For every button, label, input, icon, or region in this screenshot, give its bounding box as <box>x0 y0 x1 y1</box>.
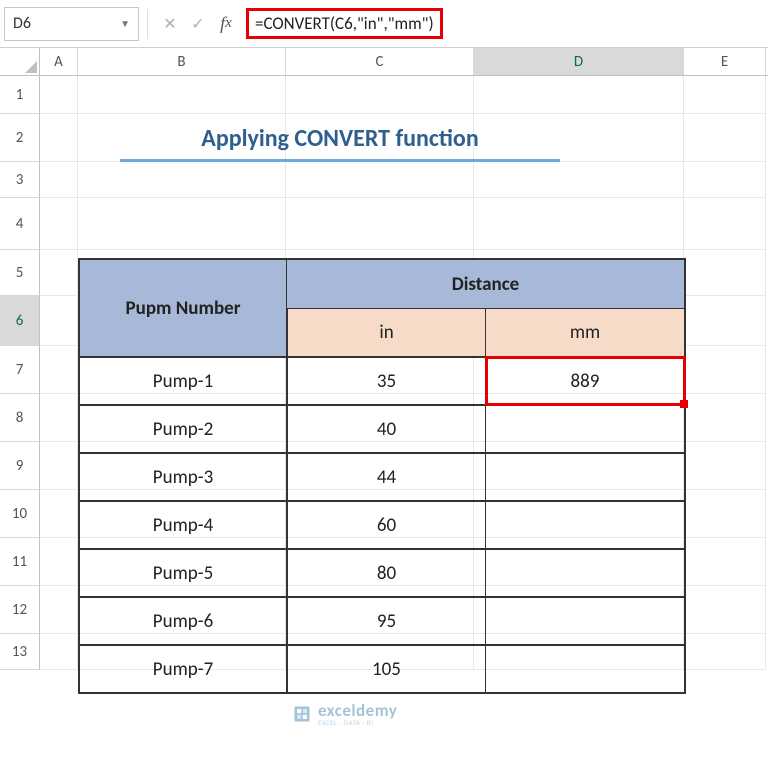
row-header[interactable]: 7 <box>0 346 40 394</box>
subheader-mm[interactable]: mm <box>486 309 685 357</box>
row-header[interactable]: 12 <box>0 586 40 634</box>
title-underline <box>120 159 560 162</box>
enter-icon[interactable]: ✓ <box>184 10 212 38</box>
cell-pump-name[interactable]: Pump-5 <box>79 549 287 597</box>
row-header[interactable]: 6 <box>0 296 40 346</box>
row-header[interactable]: 2 <box>0 114 40 162</box>
cell-in[interactable]: 60 <box>287 501 486 549</box>
cancel-icon[interactable]: ✕ <box>156 10 184 38</box>
table-row: Pump-4 60 <box>79 501 685 549</box>
watermark: exceldemy EXCEL · DATA · BI <box>292 702 397 726</box>
col-header-a[interactable]: A <box>40 48 78 75</box>
table-row: Pump-2 40 <box>79 405 685 453</box>
cell-in[interactable]: 95 <box>287 597 486 645</box>
divider <box>147 9 148 39</box>
col-header-b[interactable]: B <box>78 48 286 75</box>
col-header-e[interactable]: E <box>684 48 766 75</box>
header-pump-number[interactable]: Pupm Number <box>79 259 287 357</box>
table-row: Pump-3 44 <box>79 453 685 501</box>
subheader-in[interactable]: in <box>287 309 486 357</box>
column-headers: A B C D E <box>0 48 768 76</box>
chevron-down-icon[interactable]: ▼ <box>120 17 130 30</box>
cell-in[interactable]: 44 <box>287 453 486 501</box>
row-header[interactable]: 4 <box>0 198 40 250</box>
name-box[interactable]: D6 ▼ <box>4 7 139 41</box>
cell-mm[interactable] <box>486 453 685 501</box>
cell-mm-selected[interactable]: 889 <box>486 357 685 405</box>
fx-icon[interactable]: fx <box>212 10 240 38</box>
header-distance[interactable]: Distance <box>287 259 685 309</box>
data-table: Pupm Number Distance in mm Pump-1 35 889… <box>78 258 686 694</box>
cell-pump-name[interactable]: Pump-2 <box>79 405 287 453</box>
cell-mm[interactable] <box>486 645 685 693</box>
watermark-brand: exceldemy <box>318 702 397 719</box>
watermark-tagline: EXCEL · DATA · BI <box>318 719 397 726</box>
cell-pump-name[interactable]: Pump-7 <box>79 645 287 693</box>
cell-in[interactable]: 35 <box>287 357 486 405</box>
row-header[interactable]: 11 <box>0 538 40 586</box>
title-text: Applying CONVERT function <box>120 124 560 159</box>
row-header[interactable]: 13 <box>0 634 40 670</box>
cell-mm[interactable] <box>486 405 685 453</box>
col-header-d[interactable]: D <box>474 48 684 75</box>
cell-mm[interactable] <box>486 501 685 549</box>
cell-pump-name[interactable]: Pump-1 <box>79 357 287 405</box>
cell-in[interactable]: 40 <box>287 405 486 453</box>
cell-mm[interactable] <box>486 549 685 597</box>
cell-in[interactable]: 80 <box>287 549 486 597</box>
table-row: Pump-7 105 <box>79 645 685 693</box>
table-row: Pump-6 95 <box>79 597 685 645</box>
table-row: Pump-5 80 <box>79 549 685 597</box>
row-header[interactable]: 3 <box>0 162 40 198</box>
formula-bar-row: D6 ▼ ✕ ✓ fx =CONVERT(C6,"in","mm") <box>0 0 768 48</box>
formula-input[interactable]: =CONVERT(C6,"in","mm") <box>240 7 764 41</box>
name-box-value: D6 <box>13 14 31 33</box>
select-all-triangle[interactable] <box>0 48 40 75</box>
table-row: Pump-1 35 889 <box>79 357 685 405</box>
logo-icon <box>292 704 312 724</box>
cell-pump-name[interactable]: Pump-6 <box>79 597 287 645</box>
cell-pump-name[interactable]: Pump-4 <box>79 501 287 549</box>
cell-in[interactable]: 105 <box>287 645 486 693</box>
col-header-c[interactable]: C <box>286 48 474 75</box>
row-header[interactable]: 5 <box>0 250 40 296</box>
row-header[interactable]: 8 <box>0 394 40 442</box>
cell-pump-name[interactable]: Pump-3 <box>79 453 287 501</box>
cell-mm[interactable] <box>486 597 685 645</box>
row-header[interactable]: 1 <box>0 76 40 114</box>
worksheet-title: Applying CONVERT function <box>120 124 560 162</box>
row-header[interactable]: 9 <box>0 442 40 490</box>
row-header[interactable]: 10 <box>0 490 40 538</box>
formula-text: =CONVERT(C6,"in","mm") <box>246 8 443 39</box>
